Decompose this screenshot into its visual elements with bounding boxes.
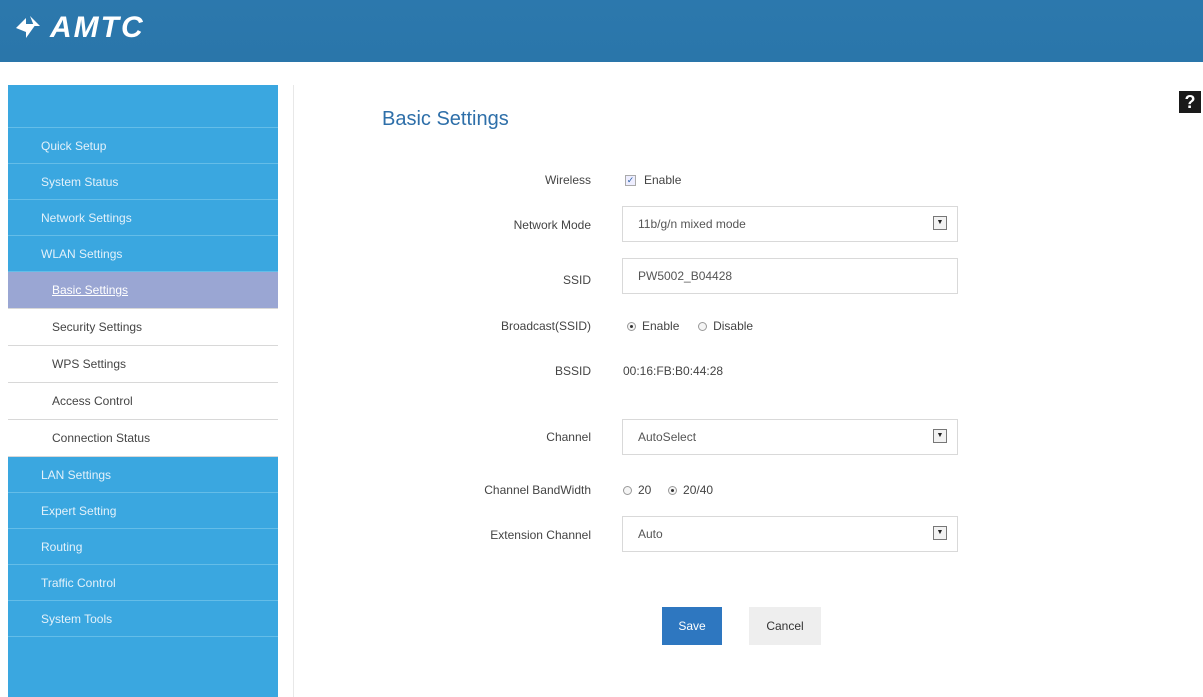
sidebar-subitem-access-control[interactable]: Access Control bbox=[8, 383, 278, 420]
sidebar-item-routing[interactable]: Routing bbox=[8, 529, 278, 565]
extension-channel-select[interactable]: Auto ▼ bbox=[622, 516, 958, 552]
wireless-label: Wireless bbox=[544, 173, 591, 187]
network-mode-label: Network Mode bbox=[513, 218, 591, 232]
sidebar-item-expert-setting[interactable]: Expert Setting bbox=[8, 493, 278, 529]
sidebar: Quick Setup System Status Network Settin… bbox=[8, 85, 278, 697]
sidebar-subitem-basic-settings[interactable]: Basic Settings bbox=[8, 272, 278, 309]
bandwidth-2040-text: 20/40 bbox=[683, 483, 714, 497]
broadcast-enable-text: Enable bbox=[642, 319, 680, 333]
sidebar-subitem-security-settings[interactable]: Security Settings bbox=[8, 309, 278, 346]
bssid-label: BSSID bbox=[554, 364, 591, 378]
content-divider bbox=[293, 85, 294, 697]
logo-icon bbox=[16, 16, 40, 38]
channel-label: Channel bbox=[546, 430, 591, 444]
bandwidth-2040-radio[interactable] bbox=[668, 486, 678, 496]
sidebar-subitem-wps-settings[interactable]: WPS Settings bbox=[8, 346, 278, 383]
broadcast-disable-text: Disable bbox=[713, 319, 754, 333]
sidebar-item-wlan-settings[interactable]: WLAN Settings bbox=[8, 236, 278, 272]
help-icon[interactable]: ? bbox=[1179, 91, 1201, 113]
bandwidth-20-radio[interactable] bbox=[623, 486, 632, 496]
sidebar-item-system-tools[interactable]: System Tools bbox=[8, 601, 278, 637]
bandwidth-20-text: 20 bbox=[638, 483, 652, 497]
chevron-down-icon[interactable]: ▼ bbox=[933, 216, 947, 230]
network-mode-select[interactable]: 11b/g/n mixed mode ▼ bbox=[622, 206, 958, 242]
sidebar-top-spacer bbox=[8, 85, 278, 128]
broadcast-label: Broadcast(SSID) bbox=[500, 319, 591, 333]
bandwidth-options: 20 20/40 bbox=[623, 483, 713, 497]
sidebar-item-lan-settings[interactable]: LAN Settings bbox=[8, 457, 278, 493]
broadcast-disable-radio[interactable] bbox=[698, 322, 708, 332]
network-mode-value: 11b/g/n mixed mode bbox=[638, 217, 746, 231]
save-button[interactable]: Save bbox=[662, 607, 722, 645]
broadcast-options: Enable Disable bbox=[627, 319, 753, 333]
bandwidth-label: Channel BandWidth bbox=[484, 483, 591, 497]
ssid-value: PW5002_B04428 bbox=[638, 269, 733, 283]
sidebar-item-quick-setup[interactable]: Quick Setup bbox=[8, 128, 278, 164]
extension-channel-label: Extension Channel bbox=[490, 528, 591, 542]
sidebar-item-system-status[interactable]: System Status bbox=[8, 164, 278, 200]
cancel-button[interactable]: Cancel bbox=[749, 607, 821, 645]
brand-name: AMTC bbox=[50, 11, 145, 44]
extension-channel-value: Auto bbox=[638, 527, 663, 541]
page-title: Basic Settings bbox=[382, 108, 509, 130]
logo: AMTC bbox=[12, 8, 145, 48]
sidebar-subitem-connection-status[interactable]: Connection Status bbox=[8, 420, 278, 457]
wireless-enable-control[interactable]: ✓ Enable bbox=[625, 173, 681, 187]
wireless-enable-checkbox[interactable]: ✓ bbox=[625, 175, 636, 187]
ssid-input[interactable]: PW5002_B04428 bbox=[622, 258, 958, 294]
sidebar-item-network-settings[interactable]: Network Settings bbox=[8, 200, 278, 236]
ssid-label: SSID bbox=[562, 273, 591, 287]
broadcast-enable-radio[interactable] bbox=[627, 322, 636, 332]
sidebar-item-traffic-control[interactable]: Traffic Control bbox=[8, 565, 278, 601]
bssid-value: 00:16:FB:B0:44:28 bbox=[623, 364, 724, 378]
channel-value: AutoSelect bbox=[638, 430, 697, 444]
chevron-down-icon[interactable]: ▼ bbox=[933, 429, 947, 443]
chevron-down-icon[interactable]: ▼ bbox=[933, 526, 947, 540]
header-bar: AMTC bbox=[0, 0, 1203, 62]
channel-select[interactable]: AutoSelect ▼ bbox=[622, 419, 958, 455]
wireless-enable-text: Enable bbox=[644, 173, 682, 187]
